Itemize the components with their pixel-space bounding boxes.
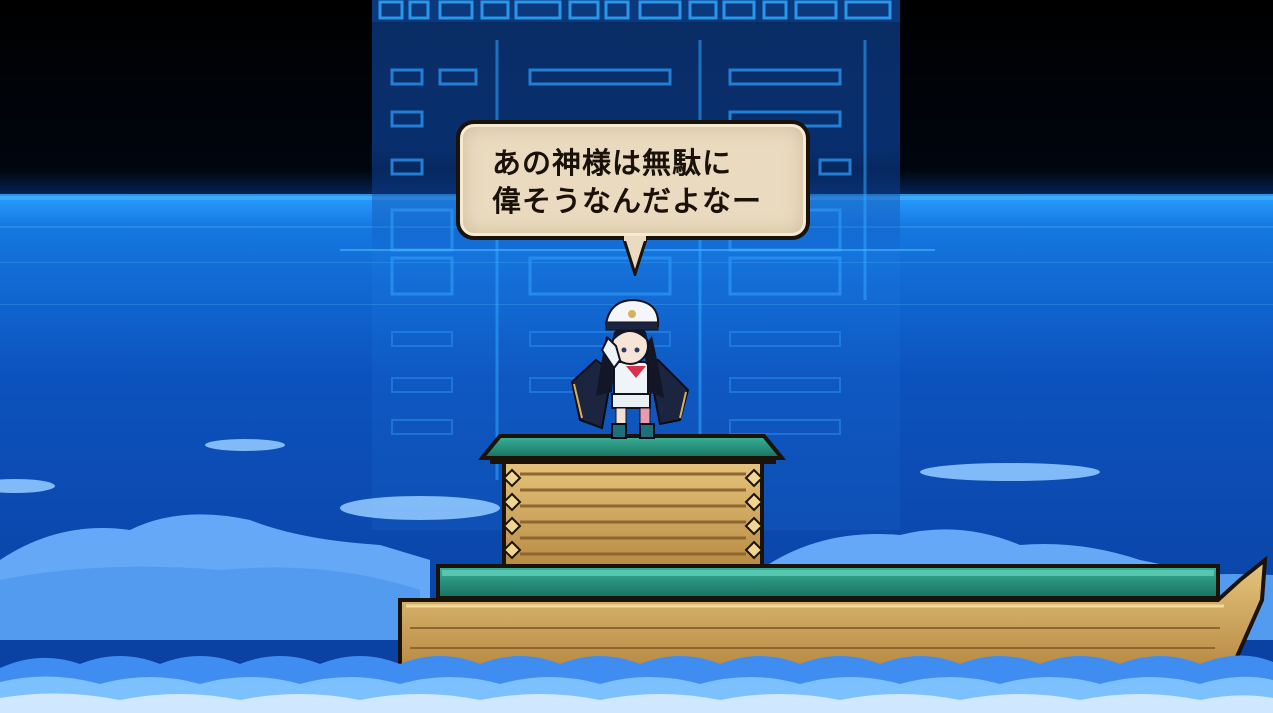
bubble-tail-icon [622, 236, 648, 276]
game-scene: あの神様は無駄に 偉そうなんだよなー [0, 0, 1273, 713]
front-waves [0, 655, 1273, 713]
background-layer [0, 0, 1273, 713]
dialogue-line-2: 偉そうなんだよなー [492, 184, 763, 218]
dialogue-line-1: あの神様は無駄に [492, 146, 733, 180]
dialogue-bubble[interactable]: あの神様は無駄に 偉そうなんだよなー [456, 120, 810, 240]
